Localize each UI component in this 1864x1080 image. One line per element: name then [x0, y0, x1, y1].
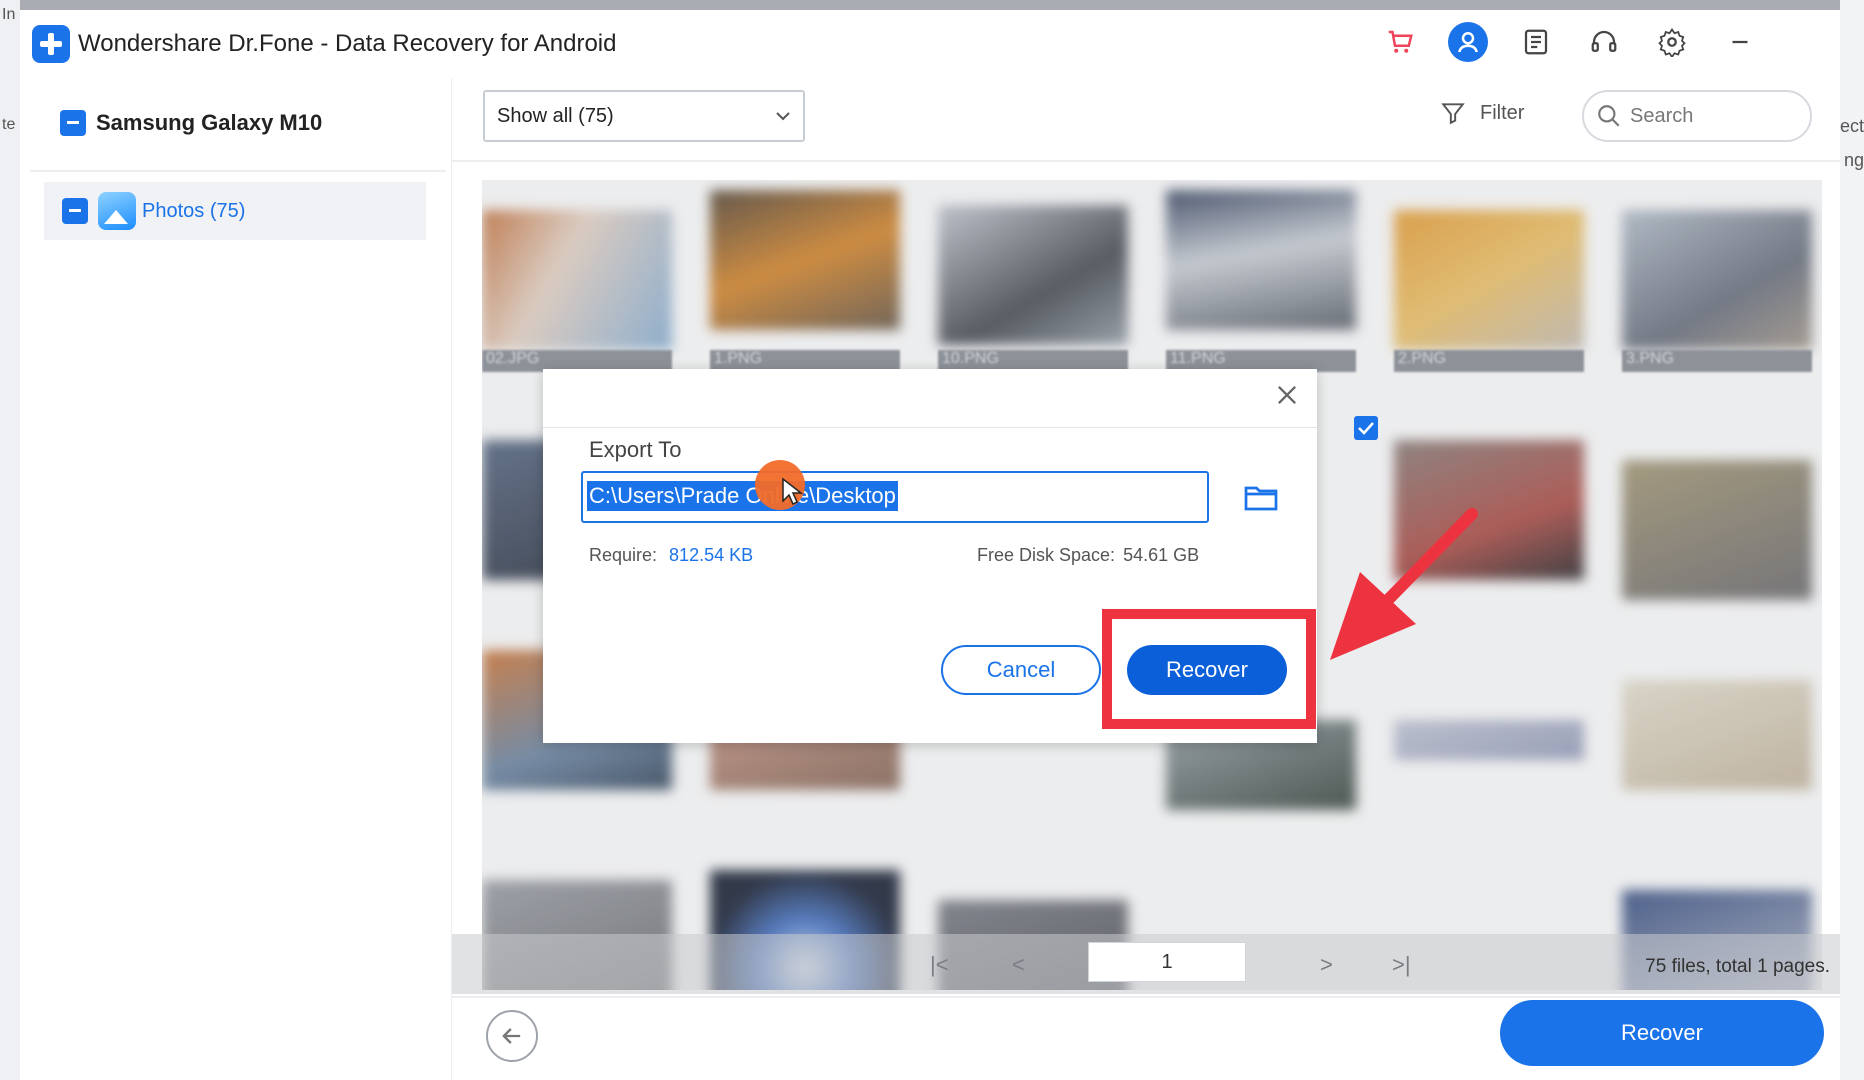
annotation-arrow-icon — [1330, 508, 1478, 660]
app-logo-icon — [32, 25, 70, 63]
page-number-input[interactable]: 1 — [1088, 942, 1246, 982]
photo-caption: 3.PNG — [1622, 350, 1812, 372]
cart-icon[interactable] — [1380, 22, 1420, 62]
edge-text: In — [2, 6, 16, 23]
background-window-right: ect ng — [1840, 0, 1864, 1080]
annotation-highlight-box — [1102, 609, 1316, 729]
next-page-icon[interactable]: > — [1320, 952, 1333, 978]
recover-button[interactable]: Recover — [1500, 1000, 1824, 1066]
photo-caption: 2.PNG — [1394, 350, 1584, 372]
chevron-down-icon — [776, 112, 790, 121]
funnel-icon — [1441, 103, 1465, 125]
photo-thumbnail[interactable] — [1622, 210, 1812, 350]
photos-icon — [98, 192, 136, 230]
filter-label: Filter — [1480, 101, 1525, 124]
photo-thumbnail[interactable] — [1394, 210, 1584, 350]
bottom-divider — [452, 996, 1840, 998]
photo-thumbnail[interactable] — [1394, 720, 1584, 760]
search-input[interactable]: Search — [1582, 90, 1812, 142]
photo-thumbnail[interactable] — [1622, 460, 1812, 600]
gear-icon[interactable] — [1652, 22, 1692, 62]
support-headset-icon[interactable] — [1584, 22, 1624, 62]
device-row[interactable]: Samsung Galaxy M10 — [60, 110, 322, 136]
sidebar: Samsung Galaxy M10 Photos (75) — [20, 78, 452, 1080]
edge-text: te — [2, 116, 16, 133]
first-page-icon[interactable]: |< — [930, 952, 949, 978]
pagination-info: 75 files, total 1 pages. — [1645, 956, 1830, 977]
title-actions — [1380, 22, 1760, 62]
title-bar: Wondershare Dr.Fone - Data Recovery for … — [20, 10, 1840, 78]
photo-thumbnail[interactable] — [710, 190, 900, 330]
filter-dropdown[interactable]: Show all (75) — [483, 90, 805, 142]
sidebar-divider — [30, 170, 446, 172]
export-path-input[interactable]: C:\Users\Prade Online\Desktop — [581, 471, 1209, 523]
filter-button[interactable]: Filter — [1440, 100, 1524, 126]
photo-thumbnail[interactable] — [1166, 190, 1356, 330]
app-window: Wondershare Dr.Fone - Data Recovery for … — [20, 10, 1840, 1080]
select-checkbox[interactable] — [1354, 416, 1378, 440]
prev-page-icon[interactable]: < — [1012, 952, 1025, 978]
toolbar-divider — [452, 160, 1840, 162]
device-name: Samsung Galaxy M10 — [96, 110, 323, 135]
photo-thumbnail[interactable] — [938, 205, 1128, 345]
free-disk-label: Free Disk Space: — [977, 545, 1116, 565]
dropdown-value: Show all (75) — [497, 104, 614, 127]
back-button[interactable] — [486, 1010, 538, 1062]
feedback-icon[interactable] — [1516, 22, 1556, 62]
minimize-icon[interactable] — [1720, 22, 1760, 62]
search-placeholder: Search — [1630, 104, 1694, 127]
free-disk-info: Free Disk Space: 54.61 GB — [977, 545, 1199, 566]
background-window-left: In te — [0, 0, 20, 1080]
photo-thumbnail[interactable] — [482, 210, 672, 350]
export-path-value: C:\Users\Prade Online\Desktop — [587, 481, 898, 511]
mouse-cursor-icon — [782, 477, 803, 506]
photo-thumbnail[interactable] — [1622, 680, 1812, 790]
require-label: Require: — [589, 545, 658, 565]
sidebar-item-photos[interactable]: Photos (75) — [44, 182, 426, 240]
sidebar-item-label: Photos (75) — [142, 199, 246, 222]
folder-icon[interactable] — [1243, 479, 1279, 515]
edge-text: ect — [1839, 116, 1864, 136]
check-icon — [1358, 422, 1374, 435]
free-disk-value: 54.61 GB — [1123, 545, 1200, 565]
close-icon[interactable] — [1273, 381, 1301, 409]
edge-text: ng — [1843, 150, 1864, 170]
export-to-label: Export To — [589, 437, 682, 462]
last-page-icon[interactable]: >| — [1392, 952, 1411, 978]
photos-checkbox[interactable] — [62, 198, 88, 224]
window-title: Wondershare Dr.Fone - Data Recovery for … — [78, 30, 617, 57]
search-icon — [1598, 105, 1620, 127]
arrow-left-icon — [502, 1028, 521, 1044]
cancel-button[interactable]: Cancel — [941, 645, 1101, 695]
pagination-bar: |< < 1 > >| 75 files, total 1 pages. — [452, 934, 1840, 994]
dialog-divider — [543, 427, 1317, 428]
user-avatar-icon[interactable] — [1448, 22, 1488, 62]
require-info: Require: 812.54 KB — [589, 545, 753, 566]
collapse-checkbox[interactable] — [60, 110, 86, 136]
require-value: 812.54 KB — [669, 545, 754, 565]
